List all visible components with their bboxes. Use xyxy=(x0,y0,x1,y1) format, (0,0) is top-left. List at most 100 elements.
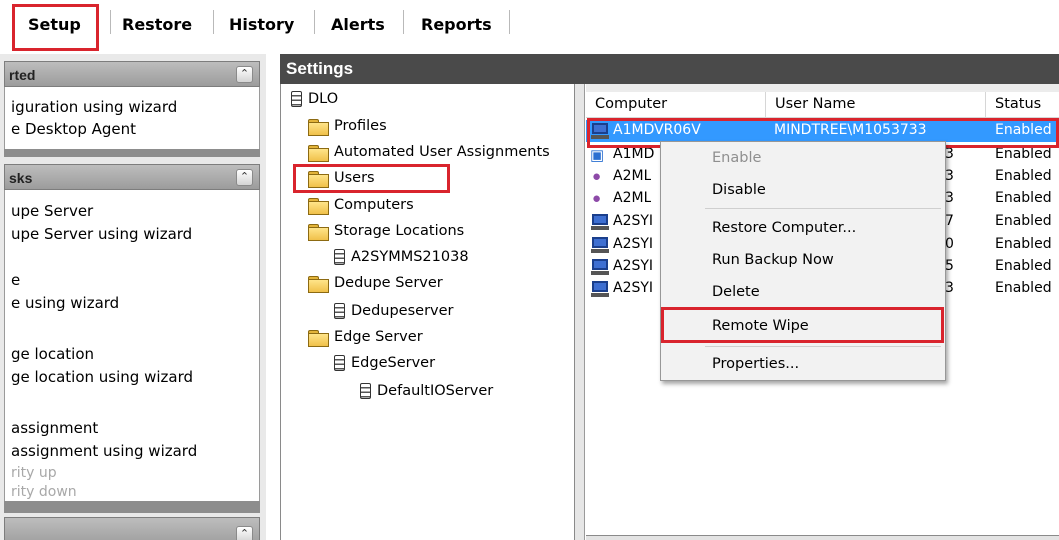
computer-name-cell: A2SYI xyxy=(613,258,654,274)
user-name-cell: 7 xyxy=(945,213,954,229)
computer-name-cell: A1MD xyxy=(613,146,655,162)
computer-name-cell: A2SYI xyxy=(613,213,654,229)
tab-setup[interactable]: Setup xyxy=(28,15,81,34)
tree-node-label: DLO xyxy=(308,91,339,107)
tree-node-label: Automated User Assignments xyxy=(334,144,550,160)
settings-header: Settings xyxy=(280,54,1059,84)
server-icon xyxy=(334,249,345,265)
folder-icon xyxy=(308,329,329,347)
tasks-panel: upe Server upe Server using wizard e e u… xyxy=(4,190,260,501)
column-header-computer[interactable]: Computer xyxy=(586,92,766,118)
task-link[interactable]: assignment using wizard xyxy=(11,442,197,460)
collapse-icon[interactable]: ⌃ xyxy=(236,169,253,186)
table-row[interactable]: A1MDVR06V MINDTREE\M1053733 Enabled xyxy=(586,120,1059,142)
tree-node-label: A2SYMMS21038 xyxy=(351,249,469,265)
tree-node-label: Dedupe Server xyxy=(334,275,443,291)
tree-node-label: Profiles xyxy=(334,118,387,134)
tree-node-storage-server[interactable]: A2SYMMS21038 xyxy=(330,246,469,268)
tasks-panel-header[interactable]: sks ⌃ xyxy=(4,164,260,190)
collapse-icon[interactable]: ⌃ xyxy=(236,66,253,83)
panel-header-title: rted xyxy=(9,67,36,83)
getting-started-panel-header[interactable]: rted ⌃ xyxy=(4,61,260,87)
column-header-status[interactable]: Status xyxy=(986,92,1059,118)
task-link[interactable]: iguration using wizard xyxy=(11,98,177,116)
tree-node-dlo[interactable]: DLO xyxy=(287,88,338,110)
main-toolbar: Setup Restore History Alerts Reports xyxy=(0,0,1059,50)
toolbar-separator xyxy=(403,10,404,34)
task-link[interactable]: ge location xyxy=(11,345,94,363)
task-link[interactable]: e Desktop Agent xyxy=(11,120,136,138)
server-icon xyxy=(360,383,371,399)
user-name-cell: 3 xyxy=(945,146,954,162)
menu-item-properties[interactable]: Properties... xyxy=(712,356,799,372)
task-link[interactable]: upe Server using wizard xyxy=(11,225,192,243)
tree-node-dedupeserver[interactable]: Dedupeserver xyxy=(330,300,454,322)
menu-separator xyxy=(705,346,941,347)
folder-icon xyxy=(308,275,329,293)
computer-name-cell: A1MDVR06V xyxy=(613,122,701,138)
menu-item-remote-wipe[interactable]: Remote Wipe xyxy=(712,318,809,334)
tree-node-users[interactable]: Users xyxy=(308,167,375,189)
menu-item-run-backup-now[interactable]: Run Backup Now xyxy=(712,252,834,268)
menu-item-disable[interactable]: Disable xyxy=(712,182,766,198)
tab-history[interactable]: History xyxy=(229,15,294,34)
task-link-disabled: rity down xyxy=(11,484,77,500)
settings-tree: DLO Profiles Automated User Assignments … xyxy=(280,84,575,540)
tree-node-storage-locations[interactable]: Storage Locations xyxy=(308,220,464,242)
next-panel-header[interactable]: ⌃ xyxy=(4,517,260,540)
list-top-strip xyxy=(586,84,1059,92)
computer-icon xyxy=(591,214,609,230)
computer-icon xyxy=(591,237,609,253)
status-cell: Enabled xyxy=(995,258,1052,274)
folder-icon xyxy=(308,170,329,188)
user-name-cell: 3 xyxy=(945,190,954,206)
tab-restore[interactable]: Restore xyxy=(122,15,192,34)
folder-icon xyxy=(308,223,329,241)
getting-started-panel: iguration using wizard e Desktop Agent xyxy=(4,87,260,149)
status-cell: Enabled xyxy=(995,213,1052,229)
tree-node-label: EdgeServer xyxy=(351,355,436,371)
tree-node-defaultioserver[interactable]: DefaultIOServer xyxy=(356,380,493,402)
tree-node-label: Computers xyxy=(334,197,414,213)
menu-item-enable: Enable xyxy=(712,150,762,166)
user-name-cell: 3 xyxy=(945,168,954,184)
tree-node-label: Storage Locations xyxy=(334,223,465,239)
computer-name-cell: A2SYI xyxy=(613,280,654,296)
tree-node-computers[interactable]: Computers xyxy=(308,194,414,216)
user-name-cell: 5 xyxy=(945,258,954,274)
computer-icon xyxy=(591,123,609,139)
task-link[interactable]: upe Server xyxy=(11,202,93,220)
task-link[interactable]: e xyxy=(11,271,20,289)
task-pane: rted ⌃ iguration using wizard e Desktop … xyxy=(0,54,266,540)
mac-icon: ● xyxy=(592,190,602,207)
collapse-icon[interactable]: ⌃ xyxy=(236,526,253,540)
computer-name-cell: A2SYI xyxy=(613,236,654,252)
network-computer-icon: ▣ xyxy=(590,147,605,164)
menu-item-restore-computer[interactable]: Restore Computer... xyxy=(712,220,856,236)
tab-reports[interactable]: Reports xyxy=(421,15,492,34)
computer-icon xyxy=(591,281,609,297)
tree-node-dedupe-server[interactable]: Dedupe Server xyxy=(308,272,443,294)
tree-node-edgeserver[interactable]: EdgeServer xyxy=(330,352,435,374)
user-name-cell: MINDTREE\M1053733 xyxy=(774,122,927,138)
folder-open-icon xyxy=(308,197,329,215)
toolbar-separator xyxy=(314,10,315,34)
folder-icon xyxy=(308,118,329,136)
user-name-cell: 3 xyxy=(945,280,954,296)
tree-node-profiles[interactable]: Profiles xyxy=(308,115,387,137)
toolbar-separator xyxy=(509,10,510,34)
task-link[interactable]: e using wizard xyxy=(11,294,119,312)
pane-splitter[interactable] xyxy=(575,84,585,540)
status-cell: Enabled xyxy=(995,280,1052,296)
column-header-user-name[interactable]: User Name xyxy=(766,92,986,118)
status-cell: Enabled xyxy=(995,190,1052,206)
panel-divider xyxy=(4,501,260,513)
tree-node-edge-server[interactable]: Edge Server xyxy=(308,326,423,348)
task-link[interactable]: assignment xyxy=(11,419,98,437)
mac-icon: ● xyxy=(592,168,602,185)
menu-item-delete[interactable]: Delete xyxy=(712,284,760,300)
tree-node-automated-user-assignments[interactable]: Automated User Assignments xyxy=(308,141,550,163)
tree-node-label: Edge Server xyxy=(334,329,423,345)
task-link[interactable]: ge location using wizard xyxy=(11,368,193,386)
tab-alerts[interactable]: Alerts xyxy=(331,15,385,34)
